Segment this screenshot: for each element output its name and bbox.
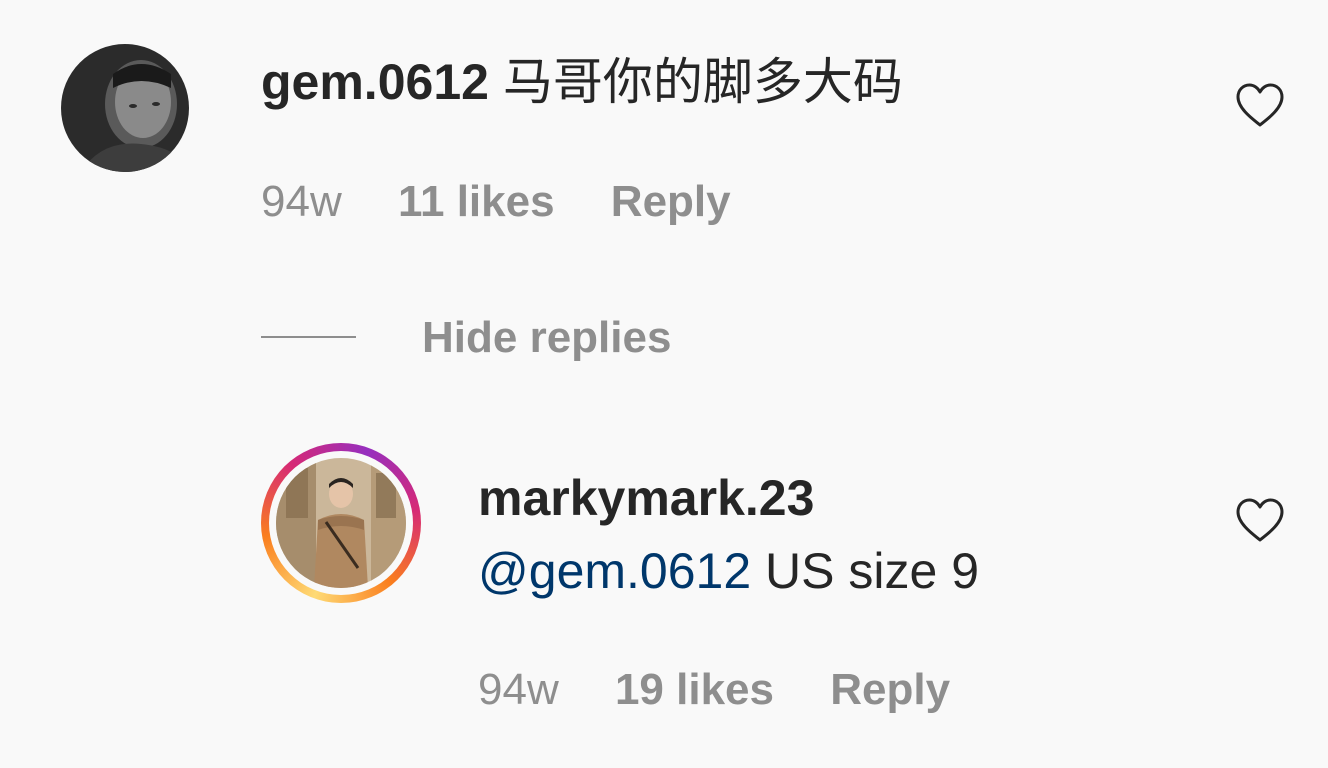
reply-time: 94w (478, 665, 559, 714)
hide-replies-button[interactable]: Hide replies (422, 316, 671, 360)
reply-body: @gem.0612 US size 9 (478, 546, 979, 596)
comment-text: 马哥你的脚多大码 (502, 54, 903, 110)
comment-body: gem.0612 马哥你的脚多大码 (261, 57, 903, 107)
reply-meta: 94w 19 likes Reply (478, 668, 950, 712)
comments-thread: gem.0612 马哥你的脚多大码 94w 11 likes Reply Hid… (0, 0, 1328, 768)
comment-reply-button[interactable]: Reply (611, 177, 731, 226)
comment-time: 94w (261, 177, 342, 226)
heart-outline-icon[interactable] (1235, 497, 1285, 543)
reply-mention-link[interactable]: @gem.0612 (478, 543, 751, 599)
user-avatar-photo-icon (61, 44, 189, 172)
comment-meta: 94w 11 likes Reply (261, 180, 731, 224)
hide-replies-divider (261, 336, 356, 338)
reply-username-line: markymark.23 (478, 473, 814, 523)
reply-text: US size 9 (751, 543, 980, 599)
reply-username[interactable]: markymark.23 (478, 470, 814, 526)
comment-avatar[interactable] (61, 44, 189, 172)
heart-outline-icon[interactable] (1235, 82, 1285, 128)
reply-reply-button[interactable]: Reply (830, 665, 950, 714)
reply-likes[interactable]: 19 likes (615, 665, 774, 714)
comment-username[interactable]: gem.0612 (261, 54, 489, 110)
reply-avatar[interactable] (261, 443, 421, 603)
user-avatar-photo-icon (276, 458, 406, 588)
comment-likes[interactable]: 11 likes (398, 177, 555, 226)
